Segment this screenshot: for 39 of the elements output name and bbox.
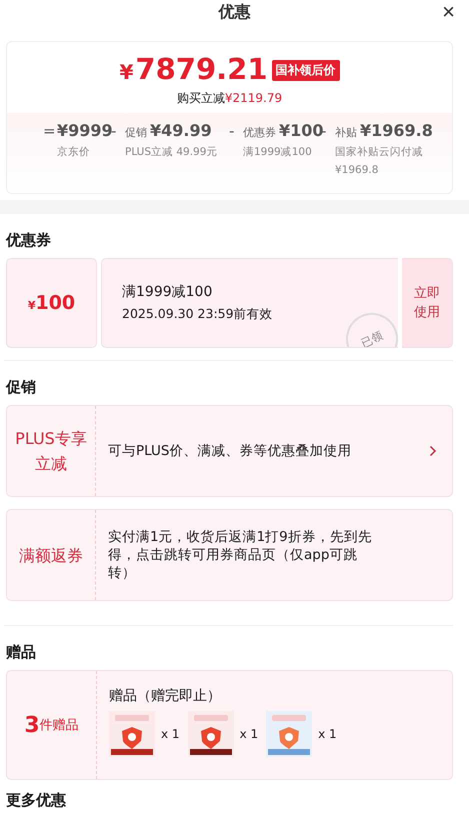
- promotion-text: 可与PLUS价、满减、券等优惠叠加使用: [107, 442, 352, 460]
- coupon-expiry: 2025.09.30 23:59前有效: [122, 305, 274, 323]
- gift-quantity: x 1: [318, 727, 337, 741]
- final-price: ¥7879.21: [119, 52, 268, 88]
- section-heading: 赠品: [5, 642, 37, 663]
- price-note: 满1999减100: [243, 145, 313, 160]
- sheet-title: 优惠: [218, 1, 250, 23]
- price-label: 补贴: [335, 125, 357, 140]
- price-label: 促销: [125, 125, 147, 140]
- gift-count: 3件赠品: [7, 671, 97, 779]
- price-tag: 国补领后价: [272, 60, 340, 81]
- promotion-text: 实付满1元，收货后返满1打9折券，先到先得，点击跳转可用券商品页（仅app可跳转）: [107, 528, 373, 582]
- gift-title: 赠品（赠完即止）: [109, 687, 222, 706]
- section-heading: 更多优惠: [5, 790, 67, 811]
- saving-label: 购买立减: [176, 91, 225, 105]
- operator: -: [229, 121, 236, 141]
- promotion-card[interactable]: 满额返券 实付满1元，收货后返满1打9折券，先到先得，点击跳转可用券商品页（仅app可跳转）: [6, 509, 453, 601]
- price-amount: ¥9999: [57, 121, 113, 141]
- price-note: PLUS立减 49.99元: [125, 145, 218, 160]
- price-amount: ¥100: [279, 121, 324, 141]
- price-amount: ¥1969.8: [360, 121, 433, 141]
- saving-amount: ¥2119.79: [224, 91, 282, 105]
- promotion-tag: 满额返券: [7, 510, 96, 600]
- coupon-value: ¥100: [28, 292, 76, 314]
- price-label: 优惠券: [243, 125, 276, 140]
- price-amount: ¥49.99: [150, 121, 212, 141]
- section-heading: 优惠券: [4, 230, 52, 251]
- operator: -: [111, 121, 118, 141]
- section-heading: 促销: [4, 377, 37, 398]
- promotion-tag: PLUS专享立减: [7, 406, 96, 496]
- gift-quantity: x 1: [240, 727, 258, 741]
- gift-quantity: x 1: [161, 727, 180, 741]
- use-now-button[interactable]: 立即使用: [402, 258, 453, 348]
- promotion-card[interactable]: PLUS专享立减 可与PLUS价、满减、券等优惠叠加使用: [6, 405, 453, 497]
- operator: =: [43, 121, 57, 141]
- close-button[interactable]: ×: [442, 1, 455, 23]
- price-note: 国家补贴云闪付减¥1969.8: [335, 145, 424, 178]
- coupon-title: 满1999减100: [122, 283, 214, 302]
- price-note: 京东价: [57, 145, 91, 160]
